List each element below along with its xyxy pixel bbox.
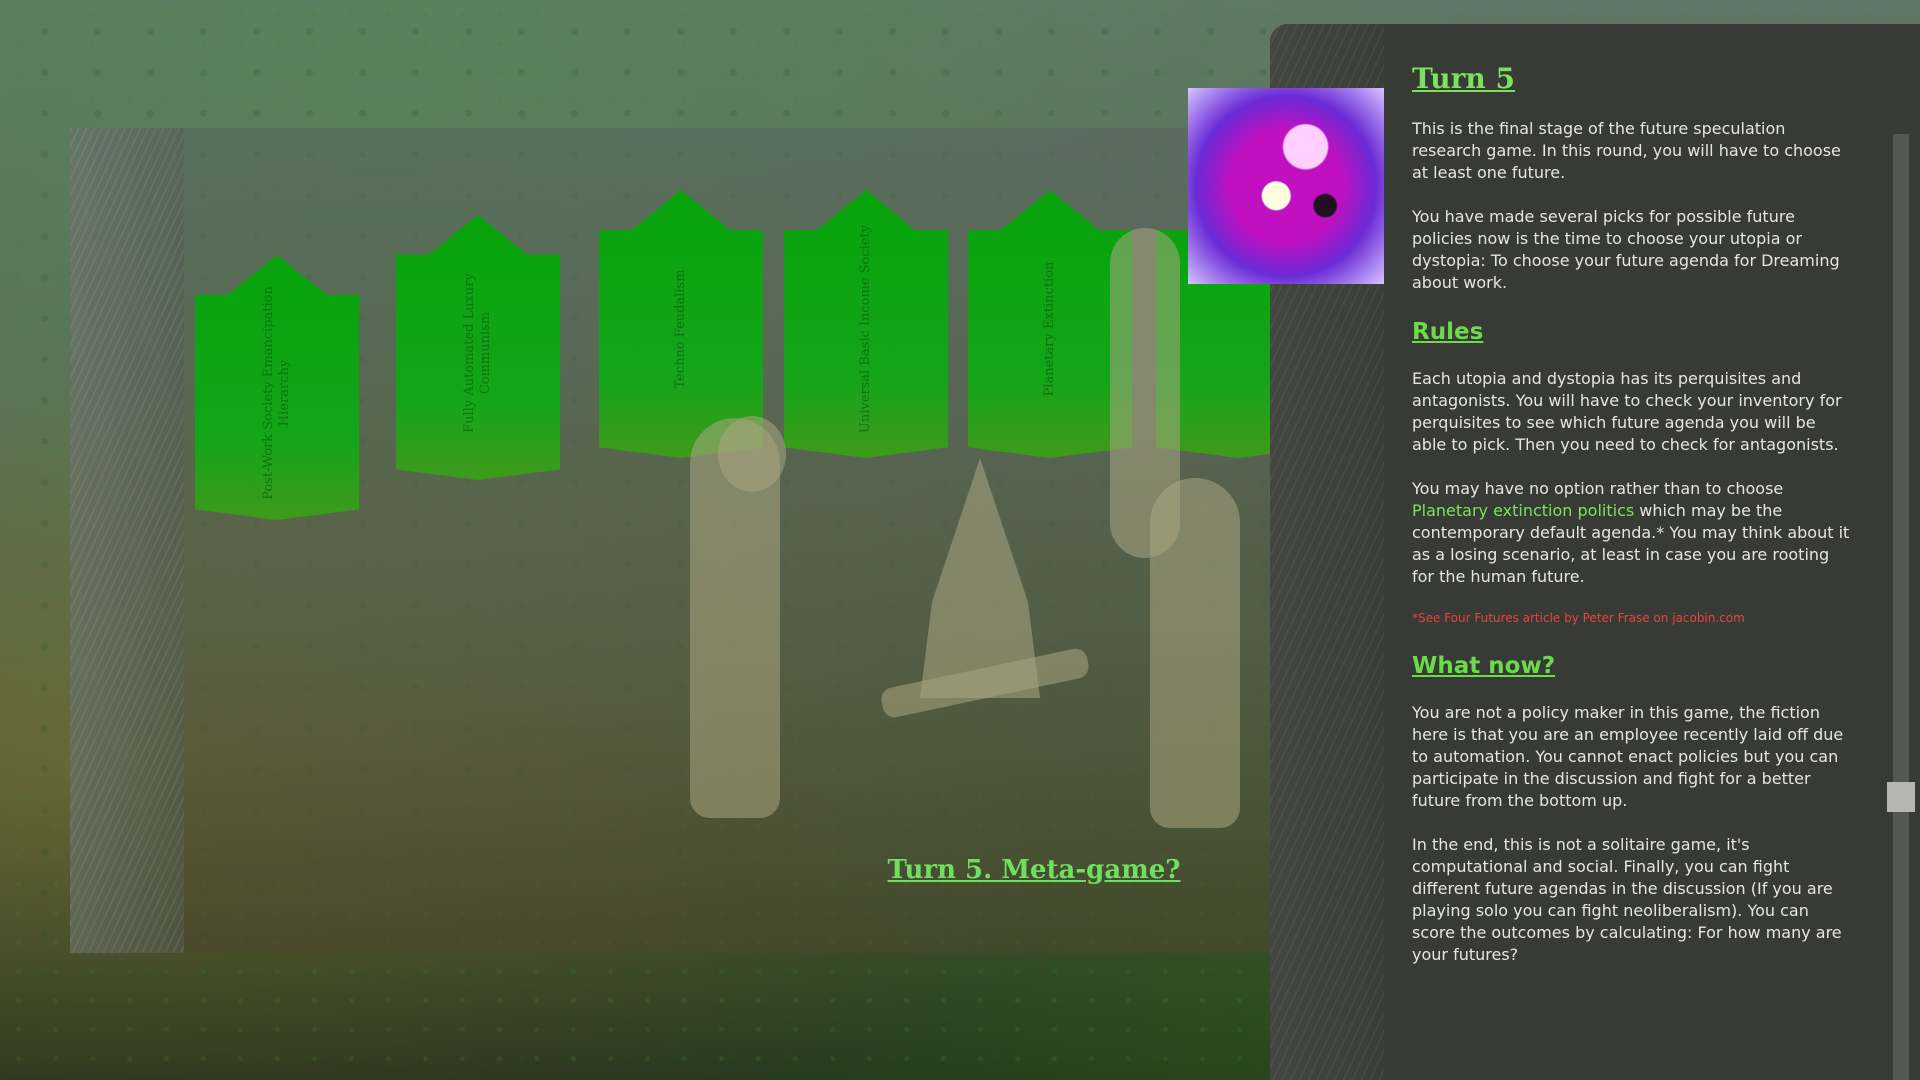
future-card-2-label: Fully Automated Luxury Communism — [462, 272, 493, 433]
intro-paragraph: This is the final stage of the future sp… — [1412, 119, 1841, 182]
scene-title-link[interactable]: Turn 5. Meta-game? — [834, 855, 1234, 885]
intro-paragraph-2: You have made several picks for possible… — [1412, 207, 1840, 292]
figure-left-head — [718, 416, 786, 492]
panel-title: Turn 5 — [1412, 62, 1515, 95]
scrollbar-thumb[interactable] — [1887, 782, 1915, 812]
future-card-3-label: Techno Feudalism — [673, 269, 688, 389]
what-now-heading: What now? — [1412, 653, 1556, 679]
future-card-4[interactable]: Universal Basic Income Society — [784, 190, 948, 458]
planetary-extinction-link[interactable]: Planetary extinction politics — [1412, 501, 1634, 520]
rules-paragraph-1: Each utopia and dystopia has its perquis… — [1412, 369, 1842, 454]
panel-scrollbar[interactable] — [1887, 134, 1915, 1080]
future-card-5[interactable]: Planetary Extinction — [968, 190, 1132, 458]
figure-right-silhouette — [1150, 478, 1240, 828]
footnote: *See Four Futures article by Peter Frase… — [1412, 611, 1745, 625]
future-card-4-label: Universal Basic Income Society — [858, 225, 873, 434]
rules-paragraph-2: You may have no option rather than to ch… — [1412, 478, 1852, 588]
player-portrait-image — [1188, 88, 1384, 284]
future-card-2[interactable]: Fully Automated Luxury Communism — [396, 215, 560, 480]
what-now-paragraph-1: You are not a policy maker in this game,… — [1412, 703, 1844, 810]
panel-content: Turn 5 This is the final stage of the fu… — [1412, 60, 1852, 988]
rules-p2-before: You may have no option rather than to ch… — [1412, 479, 1784, 498]
game-scene: Post-Work Society Emancipation Hierarchy… — [70, 128, 1270, 953]
future-card-1-label: Post-Work Society Emancipation Hierarchy — [261, 285, 292, 500]
future-card-5-label: Planetary Extinction — [1042, 261, 1057, 397]
scene-left-strip — [70, 128, 184, 953]
what-now-paragraph-2: In the end, this is not a solitaire game… — [1412, 835, 1842, 964]
future-card-1[interactable]: Post-Work Society Emancipation Hierarchy — [195, 255, 359, 520]
rules-heading: Rules — [1412, 319, 1484, 345]
